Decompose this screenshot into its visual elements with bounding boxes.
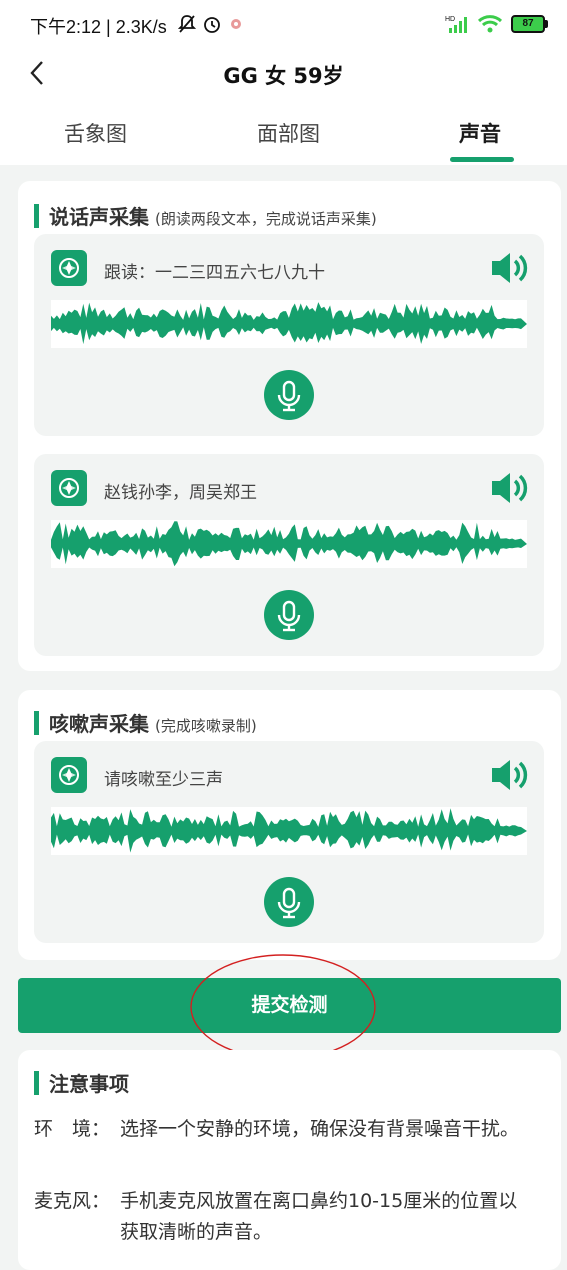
- status-bar: 下午2:12 | 2.3K/s HD 87: [0, 0, 567, 50]
- cough-section-title: 咳嗽声采集: [49, 712, 149, 736]
- record-mic-button[interactable]: [264, 590, 314, 640]
- cough-collection-card: 咳嗽声采集 (完成咳嗽录制) 请咳嗽至少三声: [18, 690, 561, 960]
- waveform: [51, 807, 527, 855]
- alarm-icon: [204, 17, 220, 33]
- app-logo-icon: [51, 757, 87, 793]
- note-label: 麦克风：: [34, 1190, 111, 1212]
- tab-voice[interactable]: 声音: [459, 118, 501, 148]
- status-time-speed: 下午2:12 | 2.3K/s: [30, 17, 167, 37]
- note-text: 选择一个安静的环境，确保没有背景噪音干扰。: [120, 1118, 520, 1140]
- wifi-icon: [477, 15, 503, 33]
- speech-section-header: 说话声采集 (朗读两段文本，完成说话声采集): [34, 201, 377, 230]
- speech-collection-card: 说话声采集 (朗读两段文本，完成说话声采集) 跟读：一二三四五六七八九十 赵钱孙…: [18, 181, 561, 671]
- note-microphone: 麦克风： 手机麦克风放置在离口鼻约10-15厘米的位置以获取清晰的声音。: [34, 1186, 534, 1248]
- speaker-play-icon[interactable]: [488, 757, 530, 793]
- cough-section-subtitle: (完成咳嗽录制): [155, 717, 257, 735]
- app-notification-icon: [231, 19, 241, 29]
- microphone-icon: [277, 600, 301, 632]
- page-title: GG 女 59岁: [223, 64, 344, 88]
- notes-card: 注意事项 环 境： 选择一个安静的环境，确保没有背景噪音干扰。 麦克风： 手机麦…: [18, 1050, 561, 1270]
- note-text: 手机麦克风放置在离口鼻约10-15厘米的位置以获取清晰的声音。: [120, 1190, 518, 1243]
- speaker-play-icon[interactable]: [488, 250, 530, 286]
- recording-prompt: 赵钱孙李，周吴郑王: [104, 483, 257, 503]
- recording-prompt: 请咳嗽至少三声: [104, 770, 223, 790]
- waveform: [51, 520, 527, 568]
- battery-icon: 87: [511, 15, 548, 33]
- speech-recording-item-2: 赵钱孙李，周吴郑王: [34, 454, 544, 656]
- tab-bar: 舌象图 面部图 声音: [0, 118, 567, 158]
- cough-recording-item: 请咳嗽至少三声: [34, 741, 544, 943]
- speech-section-subtitle: (朗读两段文本，完成说话声采集): [155, 210, 377, 228]
- speaker-play-icon[interactable]: [488, 470, 530, 506]
- bell-muted-icon: [178, 15, 196, 33]
- app-logo-icon: [51, 470, 87, 506]
- record-mic-button[interactable]: [264, 877, 314, 927]
- note-environment: 环 境： 选择一个安静的环境，确保没有背景噪音干扰。: [34, 1114, 534, 1145]
- red-annotation-circle: [190, 954, 376, 1060]
- microphone-icon: [277, 380, 301, 412]
- speech-recording-item-1: 跟读：一二三四五六七八九十: [34, 234, 544, 436]
- microphone-icon: [277, 887, 301, 919]
- recording-prompt: 跟读：一二三四五六七八九十: [104, 263, 325, 283]
- svg-text:HD: HD: [445, 16, 455, 23]
- note-label: 环 境：: [34, 1118, 111, 1140]
- record-mic-button[interactable]: [264, 370, 314, 420]
- cough-section-header: 咳嗽声采集 (完成咳嗽录制): [34, 708, 257, 737]
- app-logo-icon: [51, 250, 87, 286]
- waveform: [51, 300, 527, 348]
- speech-section-title: 说话声采集: [49, 205, 149, 229]
- notes-title: 注意事项: [49, 1072, 129, 1096]
- active-tab-indicator: [450, 157, 514, 162]
- notes-header: 注意事项: [34, 1068, 129, 1097]
- tab-face-image[interactable]: 面部图: [257, 118, 320, 148]
- tab-tongue-image[interactable]: 舌象图: [64, 118, 127, 148]
- signal-icon: HD: [445, 16, 467, 33]
